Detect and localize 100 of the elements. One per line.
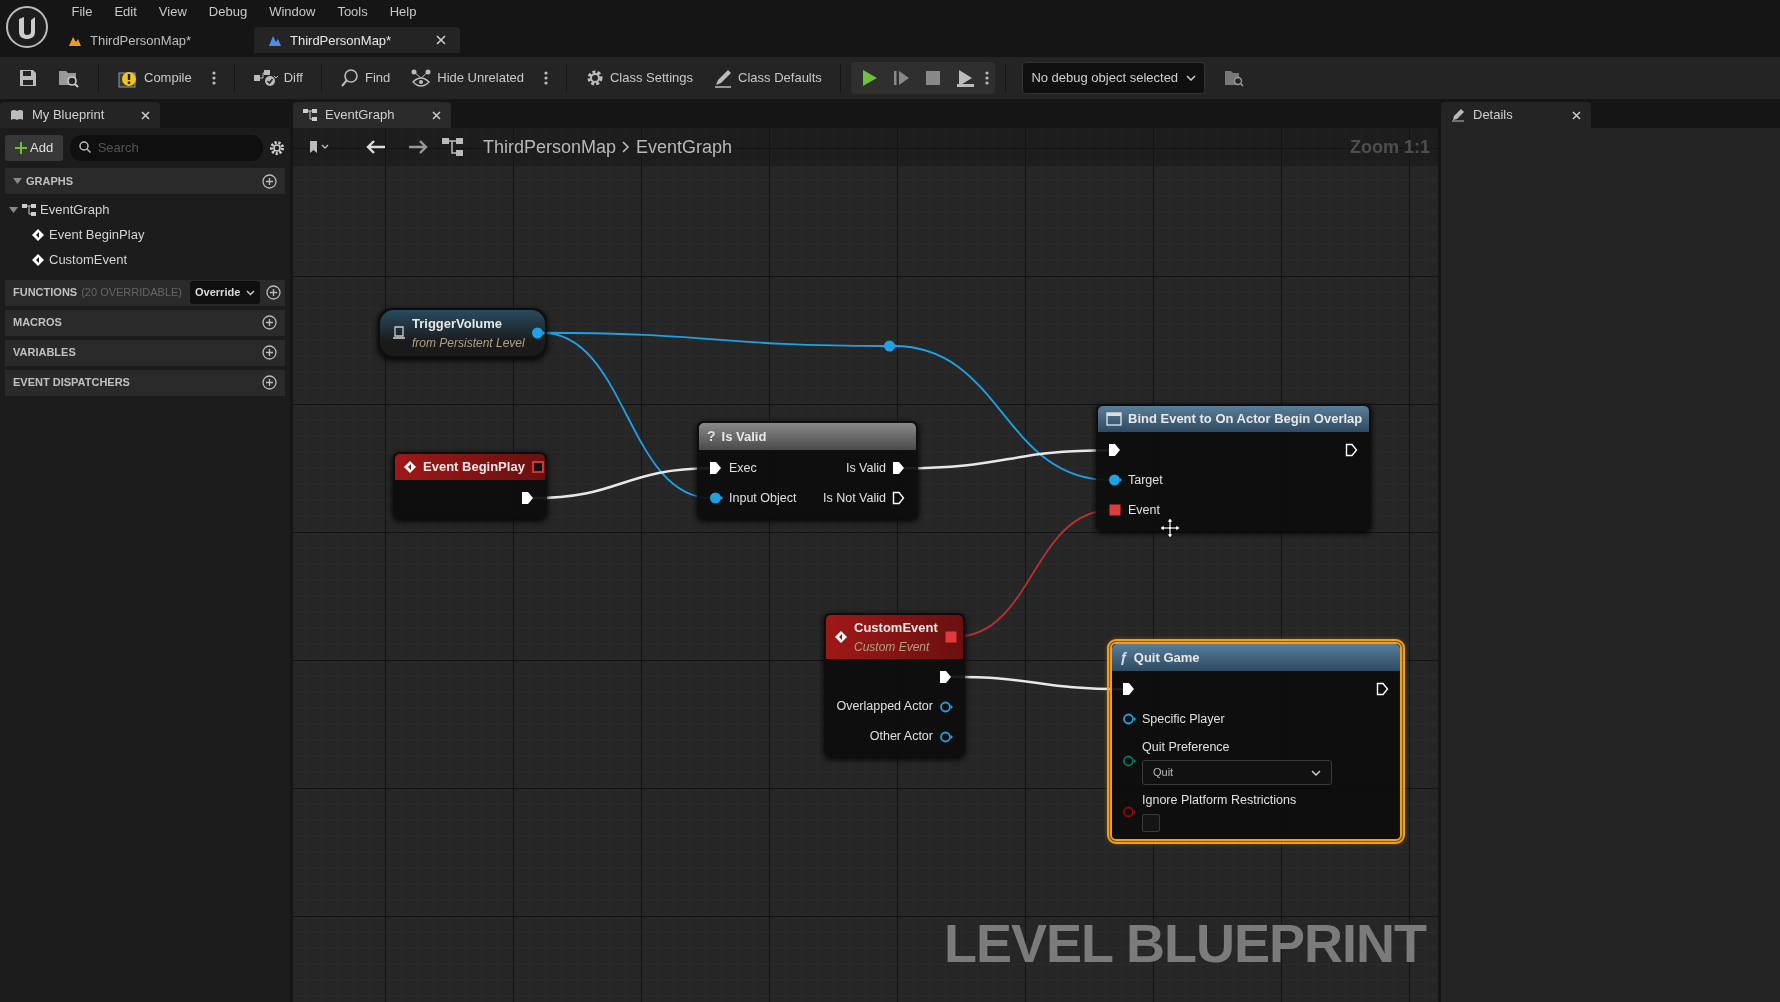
pin-label: Overlapped Actor	[836, 698, 933, 716]
breadcrumb-link[interactable]: EventGraph	[636, 133, 733, 161]
exec-pin[interactable]	[1376, 682, 1390, 697]
blueprint-node[interactable]: Bind Event to On Actor Begin Overlap Target Event	[1096, 404, 1371, 531]
node-subtitle: Custom Event	[854, 638, 931, 656]
menu-item[interactable]: File	[60, 0, 104, 24]
breadcrumb-link[interactable]: ThirdPersonMap	[483, 133, 617, 161]
blueprint-node[interactable]: Event BeginPlay	[393, 452, 547, 519]
document-tab[interactable]: ThirdPersonMap*	[254, 27, 460, 54]
blueprint-node[interactable]: ? Is Valid Exec Is Valid Input Object Is Not Valid	[697, 421, 918, 519]
plus-icon	[15, 142, 27, 154]
expand-arrow-icon[interactable]	[13, 178, 22, 184]
section-header[interactable]: EVENT DISPATCHERS	[5, 369, 285, 396]
object-pin[interactable]	[709, 491, 723, 506]
delegate-pin[interactable]	[530, 460, 545, 474]
object-pin[interactable]	[883, 339, 897, 353]
enum-dropdown[interactable]: Quit	[1142, 760, 1332, 785]
diff-button[interactable]: Diff	[244, 64, 311, 92]
node-title: TriggerVolume	[412, 315, 504, 333]
class-defaults-icon	[713, 68, 734, 88]
add-icon[interactable]	[262, 315, 277, 330]
section-title: EVENT DISPATCHERS	[13, 375, 130, 391]
blueprint-node[interactable]: CustomEvent Custom Event Overlapped Actor Other Actor	[824, 613, 965, 757]
exec-pin[interactable]	[939, 669, 953, 684]
pin-label: Is Valid	[845, 459, 886, 477]
tree-item[interactable]: EventGraph	[40, 200, 110, 220]
object-pin[interactable]	[1122, 712, 1136, 727]
exec-pin[interactable]	[1108, 443, 1122, 458]
graph-icon	[22, 203, 36, 216]
bookmark-icon	[309, 140, 331, 154]
dropdown-value: Quit	[1153, 765, 1174, 781]
close-icon[interactable]	[436, 35, 446, 46]
possess-icon	[954, 68, 975, 88]
exec-pin[interactable]	[521, 491, 535, 506]
class-settings-button[interactable]: Class Settings	[576, 64, 702, 92]
exec-pin[interactable]	[1122, 682, 1136, 697]
close-icon[interactable]	[141, 110, 150, 120]
event-icon	[403, 460, 417, 474]
tree-item[interactable]: CustomEvent	[49, 250, 128, 270]
override-dropdown[interactable]: Override	[190, 281, 261, 304]
section-header[interactable]: GRAPHS	[5, 168, 285, 194]
settings-icon[interactable]	[269, 140, 285, 156]
exec-pin[interactable]	[709, 461, 723, 476]
pin-label: Is Not Valid	[823, 489, 886, 507]
panel-tab[interactable]: Details	[1441, 102, 1591, 128]
add-icon[interactable]	[262, 375, 277, 390]
object-pin[interactable]	[939, 729, 953, 744]
menu-item[interactable]: View	[147, 0, 198, 24]
hide-unrelated-button[interactable]: Hide Unrelated	[402, 64, 532, 92]
tree-item[interactable]: Event BeginPlay	[49, 225, 145, 245]
add-icon[interactable]	[262, 345, 277, 360]
blueprint-node[interactable]: ƒ Quit Game Specific Player Quit Preference Quit Ignore Platform Restrictions	[1110, 642, 1402, 841]
object-pin[interactable]	[939, 699, 953, 714]
event-icon	[31, 252, 45, 267]
menu-item[interactable]: Window	[258, 0, 327, 24]
add-icon[interactable]	[266, 285, 282, 300]
delegate-pin[interactable]	[943, 629, 958, 644]
section-header[interactable]: MACROS	[5, 309, 285, 336]
pin-label: Specific Player	[1142, 710, 1225, 728]
compile-button[interactable]: Compile	[109, 63, 200, 93]
find-button[interactable]: Find	[331, 64, 399, 92]
node-title: Is Valid	[721, 427, 768, 446]
menu-item[interactable]: Debug	[197, 0, 259, 24]
event-icon	[31, 227, 45, 242]
expand-arrow-icon[interactable]	[9, 206, 18, 213]
node-icon: ?	[707, 426, 716, 447]
debug-object-dropdown[interactable]: No debug object selected	[1022, 62, 1206, 94]
browse-icon	[58, 68, 80, 88]
chevron-right-icon	[622, 141, 631, 153]
book-icon	[10, 109, 24, 121]
node-title: Event BeginPlay	[423, 458, 525, 477]
menu-item[interactable]: Edit	[103, 0, 148, 24]
close-icon[interactable]	[1572, 110, 1581, 120]
menu-item[interactable]: Tools	[326, 0, 379, 24]
checkbox[interactable]	[1142, 814, 1160, 832]
object-pin[interactable]	[530, 325, 545, 340]
menu-item[interactable]: Help	[378, 0, 428, 24]
add-icon[interactable]	[262, 173, 277, 189]
document-tab[interactable]: ThirdPersonMap*	[54, 27, 254, 54]
engine-logo[interactable]	[5, 5, 49, 49]
graph-tab[interactable]: EventGraph	[293, 102, 451, 128]
exec-pin[interactable]	[892, 491, 906, 506]
section-title: GRAPHS	[26, 173, 74, 189]
debug-browse-icon	[1223, 69, 1244, 87]
panel-tab[interactable]: My Blueprint	[0, 102, 160, 128]
blueprint-node[interactable]: TriggerVolume from Persistent Level	[378, 308, 547, 358]
class-defaults-button[interactable]: Class Defaults	[705, 64, 830, 92]
exec-pin[interactable]	[892, 461, 906, 476]
more-options-icon	[543, 70, 548, 86]
enum-pin[interactable]	[1122, 754, 1136, 769]
tab-title: EventGraph	[325, 106, 396, 125]
section-title: FUNCTIONS	[13, 285, 78, 301]
section-header[interactable]: VARIABLES	[5, 339, 285, 366]
add-button[interactable]: Add	[5, 135, 64, 161]
section-header[interactable]: FUNCTIONS (20 OVERRIDABLE) Override	[5, 279, 285, 306]
exec-pin[interactable]	[1345, 443, 1359, 458]
delegate-pin[interactable]	[1108, 503, 1122, 518]
object-pin[interactable]	[1108, 473, 1122, 488]
search-field[interactable]: Search	[69, 135, 263, 161]
close-icon[interactable]	[432, 110, 441, 120]
